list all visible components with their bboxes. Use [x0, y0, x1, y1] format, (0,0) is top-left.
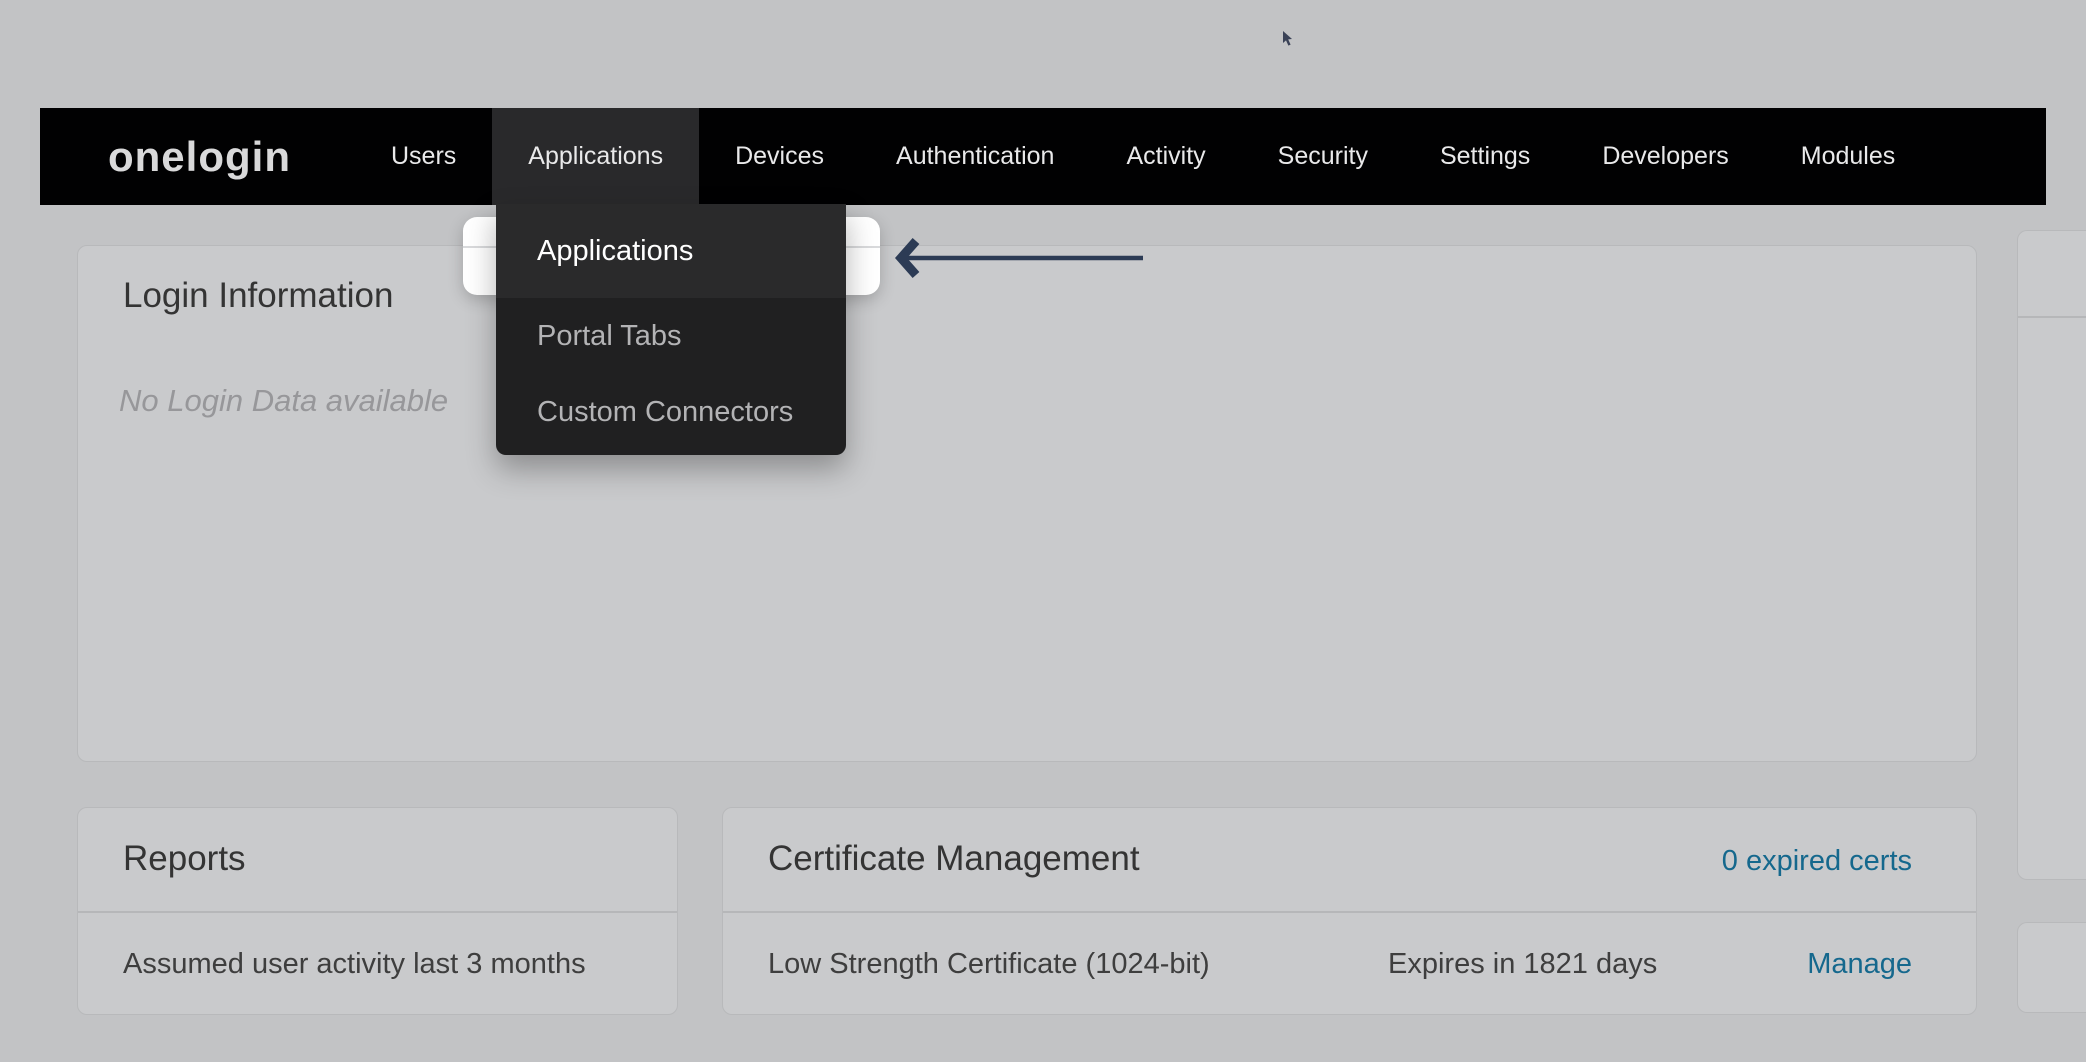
- report-list-item[interactable]: Assumed user activity last 3 months: [123, 946, 586, 982]
- expired-certs-link[interactable]: 0 expired certs: [1722, 841, 1912, 881]
- no-login-data-message: No Login Data available: [119, 382, 448, 420]
- clipped-right-panel-bottom: [2017, 922, 2086, 1013]
- top-navbar: onelogin Users Applications Devices Auth…: [40, 108, 2046, 205]
- certificate-management-panel: Certificate Management 0 expired certs L…: [722, 807, 1977, 1015]
- nav-item-security[interactable]: Security: [1242, 108, 1404, 205]
- nav-item-authentication[interactable]: Authentication: [860, 108, 1090, 205]
- certificate-name: Low Strength Certificate (1024-bit): [768, 946, 1210, 982]
- left-arrow-icon: [885, 228, 1155, 290]
- nav-items: Users Applications Devices Authenticatio…: [355, 108, 1931, 205]
- nav-item-activity[interactable]: Activity: [1090, 108, 1241, 205]
- reports-panel: Reports Assumed user activity last 3 mon…: [77, 807, 678, 1015]
- nav-item-users[interactable]: Users: [355, 108, 492, 205]
- certificate-management-header: Certificate Management 0 expired certs: [723, 808, 1976, 913]
- menu-item-portal-tabs[interactable]: Portal Tabs: [496, 298, 846, 374]
- reports-header: Reports: [78, 808, 677, 913]
- mouse-cursor-icon: [1281, 31, 1295, 49]
- certificate-management-title: Certificate Management: [768, 838, 1140, 880]
- certificate-expiry: Expires in 1821 days: [1388, 946, 1657, 982]
- clipped-right-panel-top: [2017, 230, 2086, 880]
- nav-item-modules[interactable]: Modules: [1765, 108, 1932, 205]
- applications-dropdown-menu: Applications Portal Tabs Custom Connecto…: [496, 204, 846, 455]
- onelogin-logo: onelogin: [108, 133, 291, 181]
- nav-item-applications[interactable]: Applications: [492, 108, 699, 205]
- reports-title: Reports: [123, 838, 246, 880]
- clipped-panel-divider: [2018, 316, 2086, 318]
- nav-item-devices[interactable]: Devices: [699, 108, 860, 205]
- login-information-title: Login Information: [123, 275, 393, 317]
- manage-link[interactable]: Manage: [1807, 946, 1912, 982]
- nav-item-developers[interactable]: Developers: [1566, 108, 1764, 205]
- menu-item-custom-connectors[interactable]: Custom Connectors: [496, 374, 846, 450]
- login-information-panel: Login Information No Login Data availabl…: [77, 245, 1977, 762]
- menu-item-applications[interactable]: Applications: [496, 204, 846, 298]
- nav-item-settings[interactable]: Settings: [1404, 108, 1566, 205]
